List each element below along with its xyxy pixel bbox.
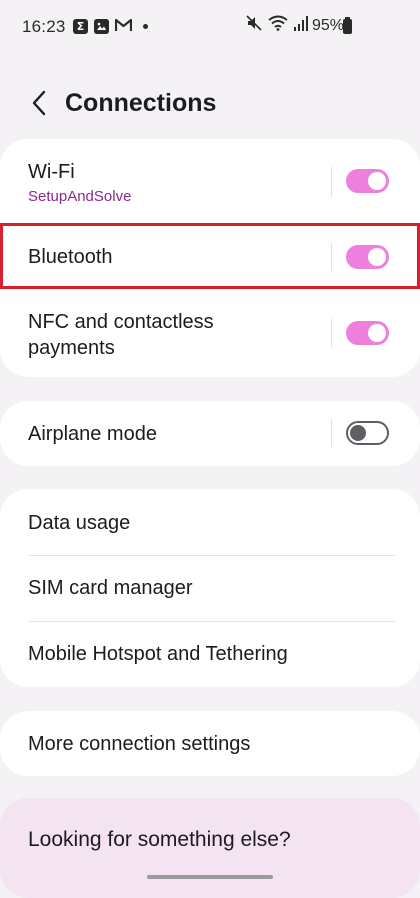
hotspot-tethering-row[interactable]: Mobile Hotspot and Tethering <box>0 621 420 687</box>
mute-icon <box>246 15 262 36</box>
toggle-knob <box>368 324 386 342</box>
wifi-icon <box>268 15 288 36</box>
data-usage-label: Data usage <box>28 512 131 534</box>
sim-card-manager-row[interactable]: SIM card manager <box>0 555 420 621</box>
nfc-label-line2: payments <box>28 337 115 359</box>
wifi-toggle[interactable] <box>346 169 389 193</box>
status-bar: 16:23 Σ 95% <box>0 0 420 56</box>
nfc-label-line1: NFC and contactless <box>28 311 214 333</box>
signal-icon <box>294 15 308 36</box>
airplane-mode-toggle[interactable] <box>346 421 389 445</box>
page-title: Connections <box>65 89 217 117</box>
battery-percent: 95% <box>311 17 344 34</box>
bluetooth-row[interactable]: Bluetooth <box>0 223 420 289</box>
hotspot-tethering-label: Mobile Hotspot and Tethering <box>28 643 288 665</box>
nfc-divider <box>331 319 332 347</box>
more-notifications-dot-icon <box>143 24 148 29</box>
wifi-divider <box>331 167 332 197</box>
system-status-icons <box>246 15 308 36</box>
more-connection-settings-label: More connection settings <box>28 733 251 755</box>
wifi-row[interactable]: Wi-Fi SetupAndSolve <box>0 139 420 223</box>
sim-card-manager-label: SIM card manager <box>28 577 193 599</box>
navigation-handle[interactable] <box>147 875 273 879</box>
nfc-toggle[interactable] <box>346 321 389 345</box>
gmail-notification-icon <box>114 18 133 35</box>
notification-icons: Σ <box>73 18 148 35</box>
bluetooth-label: Bluetooth <box>28 246 113 268</box>
suggestions-label: Looking for something else? <box>28 828 291 851</box>
status-time: 16:23 <box>22 17 66 36</box>
chevron-left-icon <box>32 90 46 116</box>
data-usage-row[interactable]: Data usage <box>0 489 420 555</box>
battery-icon <box>343 17 352 34</box>
toggle-knob <box>368 172 386 190</box>
more-connection-settings-row[interactable]: More connection settings <box>0 711 420 776</box>
toggle-knob <box>350 425 366 441</box>
back-button[interactable] <box>24 86 54 120</box>
wifi-label: Wi-Fi <box>28 161 75 183</box>
airplane-divider <box>331 419 332 447</box>
gallery-notification-icon <box>94 19 109 34</box>
airplane-mode-label: Airplane mode <box>28 423 157 445</box>
toggle-knob <box>368 248 386 266</box>
bluetooth-divider <box>331 243 332 271</box>
nfc-row[interactable]: NFC and contactless payments <box>0 289 420 377</box>
airplane-mode-row[interactable]: Airplane mode <box>0 401 420 466</box>
sigma-notification-icon: Σ <box>73 19 88 34</box>
bluetooth-toggle[interactable] <box>346 245 389 269</box>
wifi-network-name: SetupAndSolve <box>28 188 132 205</box>
